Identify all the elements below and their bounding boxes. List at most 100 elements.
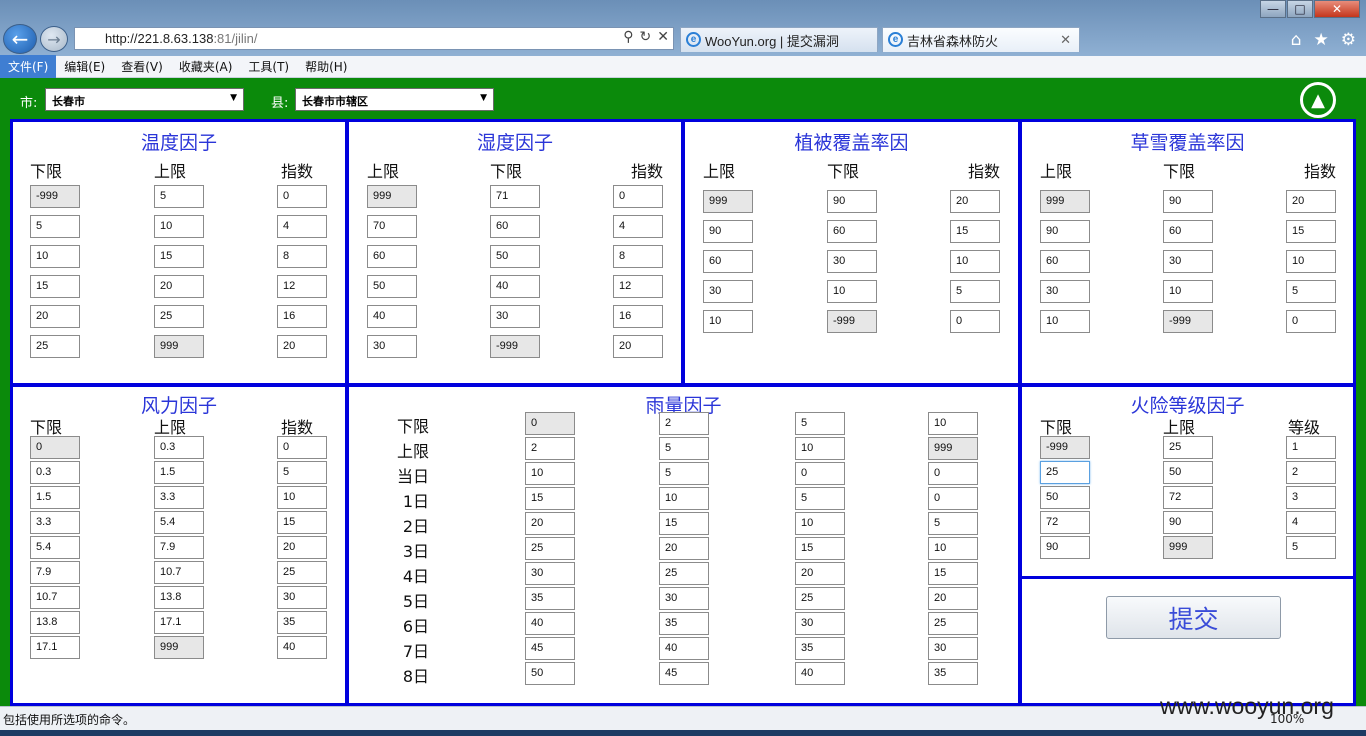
rain-input[interactable]: 20 (525, 512, 575, 535)
vegetation-input[interactable]: 10 (703, 310, 753, 333)
wind-input[interactable]: 1.5 (154, 461, 204, 484)
wind-input[interactable]: 35 (277, 611, 327, 634)
temperature-input[interactable]: 20 (30, 305, 80, 328)
humidity-input[interactable]: 8 (613, 245, 663, 268)
wind-input[interactable]: 1.5 (30, 486, 80, 509)
vegetation-input[interactable]: 15 (950, 220, 1000, 243)
vegetation-input[interactable]: 10 (950, 250, 1000, 273)
rain-input[interactable]: 30 (659, 587, 709, 610)
rain-input[interactable]: 10 (795, 512, 845, 535)
menu-edit[interactable]: 编辑(E) (56, 55, 113, 78)
fire_level-input[interactable]: 90 (1040, 536, 1090, 559)
fire_level-input[interactable]: 999 (1163, 536, 1213, 559)
rain-input[interactable]: 20 (795, 562, 845, 585)
temperature-input[interactable]: 8 (277, 245, 327, 268)
humidity-input[interactable]: 50 (367, 275, 417, 298)
rain-input[interactable]: 10 (525, 462, 575, 485)
fire_level-input[interactable]: 25 (1040, 461, 1090, 484)
rain-input[interactable]: 20 (928, 587, 978, 610)
wind-input[interactable]: 10 (277, 486, 327, 509)
window-close-button[interactable]: ✕ (1314, 0, 1360, 18)
fire_level-input[interactable]: 50 (1040, 486, 1090, 509)
rain-input[interactable]: 2 (525, 437, 575, 460)
vegetation-input[interactable]: 90 (827, 190, 877, 213)
wind-input[interactable]: 15 (277, 511, 327, 534)
humidity-input[interactable]: 16 (613, 305, 663, 328)
temperature-input[interactable]: 25 (154, 305, 204, 328)
rain-input[interactable]: 5 (795, 412, 845, 435)
temperature-input[interactable]: 5 (30, 215, 80, 238)
snow-input[interactable]: -999 (1163, 310, 1213, 333)
snow-input[interactable]: 5 (1286, 280, 1336, 303)
snow-input[interactable]: 90 (1040, 220, 1090, 243)
fire_level-input[interactable]: 4 (1286, 511, 1336, 534)
vegetation-input[interactable]: 5 (950, 280, 1000, 303)
temperature-input[interactable]: 10 (30, 245, 80, 268)
snow-input[interactable]: 60 (1040, 250, 1090, 273)
humidity-input[interactable]: 0 (613, 185, 663, 208)
rain-input[interactable]: 10 (928, 412, 978, 435)
temperature-input[interactable]: -999 (30, 185, 80, 208)
snow-input[interactable]: 10 (1163, 280, 1213, 303)
menu-file[interactable]: 文件(F) (0, 55, 57, 78)
temperature-input[interactable]: 0 (277, 185, 327, 208)
temperature-input[interactable]: 20 (277, 335, 327, 358)
rain-input[interactable]: 40 (525, 612, 575, 635)
wind-input[interactable]: 7.9 (30, 561, 80, 584)
temperature-input[interactable]: 4 (277, 215, 327, 238)
close-icon[interactable]: ✕ (657, 29, 669, 45)
vegetation-input[interactable]: 30 (827, 250, 877, 273)
city-select[interactable]: 长春市 ▼ (45, 88, 244, 111)
rain-input[interactable]: 20 (659, 537, 709, 560)
vegetation-input[interactable]: 30 (703, 280, 753, 303)
rain-input[interactable]: 2 (659, 412, 709, 435)
temperature-input[interactable]: 15 (30, 275, 80, 298)
rain-input[interactable]: 25 (525, 537, 575, 560)
fire_level-input[interactable]: 5 (1286, 536, 1336, 559)
snow-input[interactable]: 10 (1040, 310, 1090, 333)
wind-input[interactable]: 7.9 (154, 536, 204, 559)
forward-button[interactable]: → (40, 26, 68, 52)
snow-input[interactable]: 60 (1163, 220, 1213, 243)
wind-input[interactable]: 0.3 (154, 436, 204, 459)
menu-view[interactable]: 查看(V) (113, 55, 171, 78)
humidity-input[interactable]: 30 (367, 335, 417, 358)
rain-input[interactable]: 10 (659, 487, 709, 510)
fire_level-input[interactable]: -999 (1040, 436, 1090, 459)
wind-input[interactable]: 17.1 (154, 611, 204, 634)
wind-input[interactable]: 999 (154, 636, 204, 659)
fire_level-input[interactable]: 72 (1040, 511, 1090, 534)
temperature-input[interactable]: 10 (154, 215, 204, 238)
home-icon[interactable]: ⌂ (1291, 30, 1302, 50)
wind-input[interactable]: 0 (30, 436, 80, 459)
temperature-input[interactable]: 15 (154, 245, 204, 268)
vegetation-input[interactable]: 10 (827, 280, 877, 303)
humidity-input[interactable]: 999 (367, 185, 417, 208)
humidity-input[interactable]: 20 (613, 335, 663, 358)
snow-input[interactable]: 90 (1163, 190, 1213, 213)
wind-input[interactable]: 5 (277, 461, 327, 484)
wind-input[interactable]: 20 (277, 536, 327, 559)
vegetation-input[interactable]: 90 (703, 220, 753, 243)
snow-input[interactable]: 30 (1040, 280, 1090, 303)
rain-input[interactable]: 50 (525, 662, 575, 685)
vegetation-input[interactable]: 60 (827, 220, 877, 243)
temperature-input[interactable]: 12 (277, 275, 327, 298)
rain-input[interactable]: 35 (795, 637, 845, 660)
rain-input[interactable]: 15 (795, 537, 845, 560)
wind-input[interactable]: 25 (277, 561, 327, 584)
wind-input[interactable]: 40 (277, 636, 327, 659)
rain-input[interactable]: 5 (659, 462, 709, 485)
temperature-input[interactable]: 25 (30, 335, 80, 358)
favorites-star-icon[interactable]: ★ (1314, 30, 1329, 50)
rain-input[interactable]: 35 (659, 612, 709, 635)
humidity-input[interactable]: 12 (613, 275, 663, 298)
rain-input[interactable]: 15 (659, 512, 709, 535)
refresh-icon[interactable]: ↻ (640, 29, 652, 45)
rain-input[interactable]: 35 (525, 587, 575, 610)
wind-input[interactable]: 17.1 (30, 636, 80, 659)
snow-input[interactable]: 0 (1286, 310, 1336, 333)
search-icon[interactable]: ⚲ (623, 29, 633, 45)
humidity-input[interactable]: 50 (490, 245, 540, 268)
rain-input[interactable]: 0 (928, 487, 978, 510)
